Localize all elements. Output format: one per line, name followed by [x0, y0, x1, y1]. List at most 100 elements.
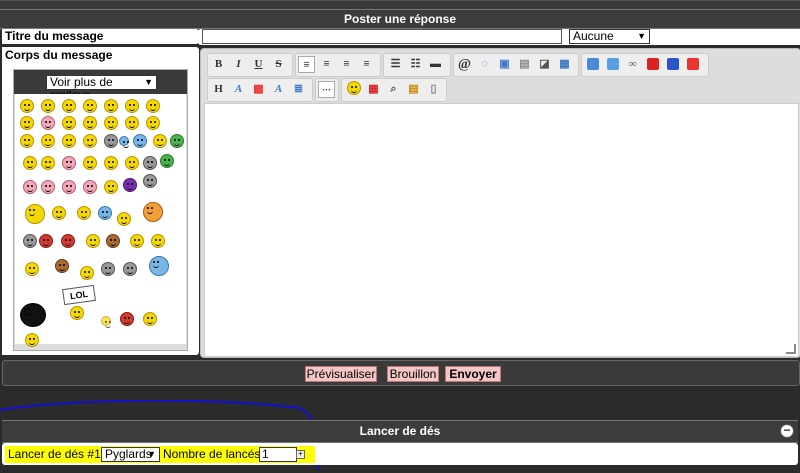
smiley-icon[interactable] [106, 234, 120, 248]
smiley-icon[interactable] [101, 316, 111, 328]
smiley-icon[interactable] [77, 206, 91, 220]
smiley-icon[interactable] [25, 262, 39, 276]
font-size-button[interactable]: A [270, 81, 287, 98]
send-button[interactable]: Envoyer [445, 366, 501, 382]
dailymotion-icon[interactable] [666, 58, 679, 71]
smiley-icon[interactable] [80, 266, 94, 280]
paste-icon[interactable]: ▤ [405, 81, 422, 98]
heart-smiley-icon[interactable] [153, 134, 167, 148]
star-icon[interactable] [119, 136, 129, 148]
smiley-icon[interactable] [101, 262, 115, 276]
date-icon[interactable]: ▦ [365, 81, 382, 98]
smiley-icon[interactable] [83, 134, 97, 148]
smiley-icon[interactable] [123, 262, 137, 276]
quote-icon[interactable]: ◌ [476, 56, 493, 73]
smiley-icon[interactable] [41, 180, 55, 194]
smiley-icon[interactable] [55, 259, 69, 273]
preview-button[interactable]: Prévisualiser [305, 366, 377, 382]
smiley-icon[interactable] [61, 234, 75, 248]
smiley-icon[interactable] [104, 156, 118, 170]
smiley-icon[interactable] [23, 156, 37, 170]
bullet-list-icon[interactable]: ☰ [387, 56, 404, 73]
spoiler-icon[interactable]: ▤ [516, 56, 533, 73]
title-input[interactable] [202, 29, 562, 44]
bold-button[interactable]: B [210, 56, 227, 73]
smiley-icon[interactable] [41, 156, 55, 170]
smiley-icon[interactable] [20, 134, 34, 148]
draft-button[interactable]: Brouillon [387, 366, 439, 382]
heading-button[interactable]: H [210, 81, 227, 98]
smiley-icon[interactable] [25, 333, 39, 347]
smiley-icon[interactable] [130, 234, 144, 248]
more-smileys-select[interactable]: Voir plus de smileys ▼ [46, 75, 157, 102]
smiley-icon[interactable] [143, 312, 157, 326]
smiley-icon[interactable] [62, 180, 76, 194]
smiley-insert-icon[interactable] [346, 81, 361, 95]
hide-icon[interactable]: ◪ [536, 56, 553, 73]
smiley-icon[interactable] [120, 312, 134, 326]
smiley-icon[interactable] [133, 134, 147, 148]
smiley-icon[interactable] [143, 156, 157, 170]
document-icon[interactable]: ▯ [425, 81, 442, 98]
image-icon[interactable] [586, 58, 599, 71]
smiley-icon[interactable] [20, 303, 46, 327]
color-icon[interactable]: ▩ [250, 81, 267, 98]
justify-icon[interactable]: ≡ [358, 56, 375, 73]
die-type-select[interactable]: Pyglards ▼ [101, 447, 160, 462]
smiley-icon[interactable] [83, 180, 97, 194]
smiley-icon[interactable] [41, 99, 55, 113]
smiley-icon[interactable] [143, 174, 157, 188]
smiley-icon[interactable] [86, 234, 100, 248]
horizontal-rule-icon[interactable]: ▬ [427, 56, 444, 73]
underline-button[interactable]: U [250, 56, 267, 73]
smiley-icon[interactable] [23, 234, 37, 248]
code-icon[interactable]: ▣ [496, 56, 513, 73]
smiley-icon[interactable] [83, 116, 97, 130]
smiley-icon[interactable] [104, 116, 118, 130]
message-textarea[interactable] [204, 103, 799, 357]
smiley-icon[interactable] [170, 134, 184, 148]
smiley-icon[interactable] [41, 134, 55, 148]
smiley-icon[interactable] [62, 156, 76, 170]
youtube-icon[interactable] [646, 58, 659, 71]
mention-icon[interactable]: @ [456, 56, 473, 73]
smiley-icon[interactable] [62, 134, 76, 148]
smiley-icon[interactable] [20, 99, 34, 113]
smiley-icon[interactable] [160, 154, 174, 168]
font-icon[interactable]: A [230, 81, 247, 98]
smiley-icon[interactable] [104, 134, 118, 148]
smiley-icon[interactable] [41, 116, 55, 130]
link-icon[interactable]: ∞ [624, 56, 641, 73]
search-icon[interactable]: ⌕ [385, 81, 402, 98]
smiley-icon[interactable] [104, 180, 118, 194]
smiley-icon[interactable] [125, 116, 139, 130]
smiley-icon[interactable] [151, 234, 165, 248]
sun-smiley-icon[interactable] [143, 202, 163, 222]
add-dice-icon[interactable]: + [296, 450, 305, 459]
smiley-icon[interactable] [62, 116, 76, 130]
post-icon-select[interactable]: Aucune ▼ [569, 29, 650, 44]
smiley-icon[interactable] [125, 156, 139, 170]
smiley-icon[interactable] [25, 204, 45, 224]
table-icon[interactable]: ▦ [556, 56, 573, 73]
flash-icon[interactable] [686, 58, 699, 71]
more-icon[interactable]: ··· [318, 81, 335, 98]
throw-count-input[interactable]: 1 [259, 447, 297, 462]
smiley-icon[interactable] [83, 156, 97, 170]
smiley-icon[interactable] [52, 206, 66, 220]
clear-format-icon[interactable]: ≣ [290, 81, 307, 98]
smiley-icon[interactable] [146, 99, 160, 113]
smiley-icon[interactable] [146, 116, 160, 130]
smiley-icon[interactable] [20, 116, 34, 130]
align-right-icon[interactable]: ≡ [338, 56, 355, 73]
smiley-icon[interactable] [104, 99, 118, 113]
align-center-icon[interactable]: ≡ [318, 56, 335, 73]
numbered-list-icon[interactable]: ☷ [407, 56, 424, 73]
collapse-icon[interactable]: − [780, 424, 794, 438]
flower-smiley-icon[interactable] [149, 256, 169, 276]
smiley-icon[interactable] [125, 99, 139, 113]
italic-button[interactable]: I [230, 56, 247, 73]
smiley-icon[interactable] [83, 99, 97, 113]
resize-handle-icon[interactable] [786, 344, 796, 354]
video-host-icon[interactable] [606, 58, 619, 71]
